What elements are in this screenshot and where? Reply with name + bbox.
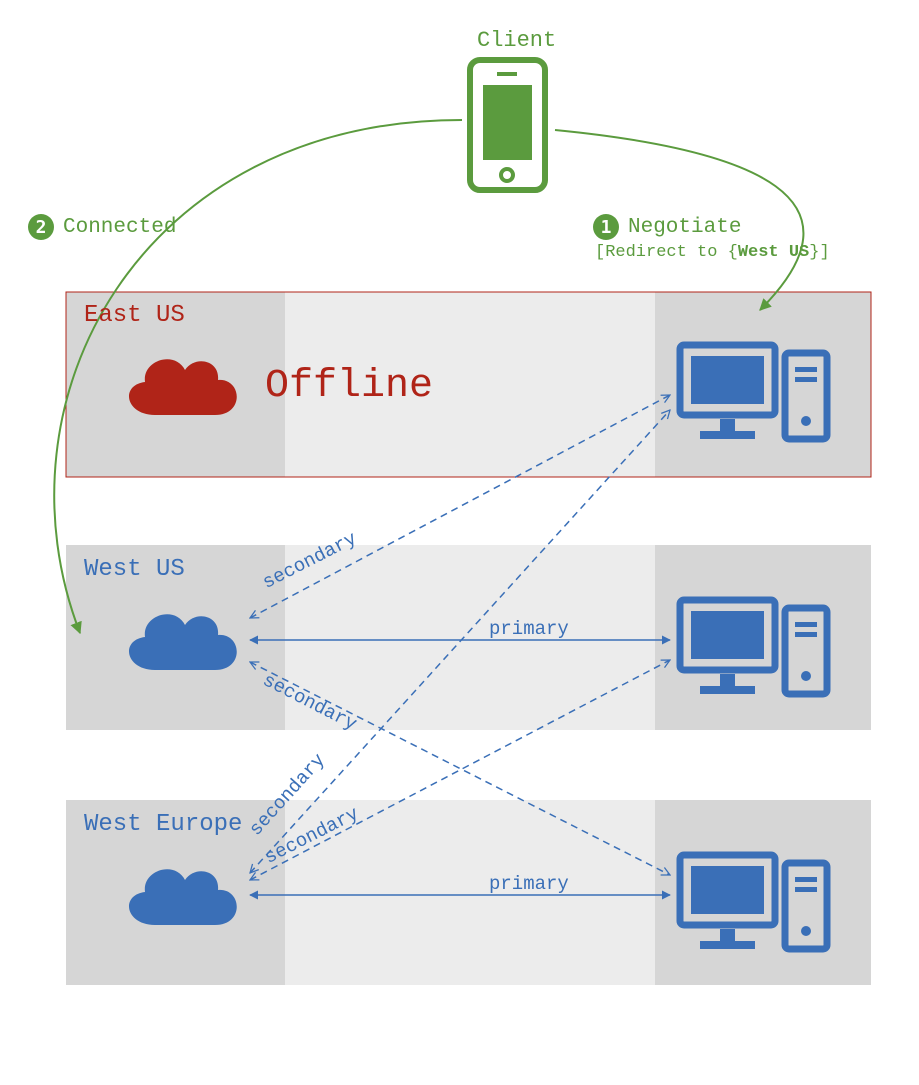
step-negotiate-label: Negotiate <box>628 216 741 239</box>
region-east-us-status: Offline <box>265 364 433 409</box>
conn-label-westus-primary: primary <box>489 618 569 640</box>
region-west-us-title: West US <box>84 556 185 583</box>
conn-label-westeu-primary: primary <box>489 873 569 895</box>
step-connected-badge: 2 <box>36 217 47 238</box>
client-label: Client <box>477 28 556 53</box>
region-east-us-title: East US <box>84 302 185 329</box>
step-connected-label: Connected <box>63 216 176 239</box>
step-negotiate-badge: 1 <box>601 217 612 238</box>
step-negotiate-redirect: [Redirect to {West US}] <box>595 243 830 262</box>
region-west-eu-title: West Europe <box>84 811 242 838</box>
client-phone-icon <box>470 60 545 190</box>
